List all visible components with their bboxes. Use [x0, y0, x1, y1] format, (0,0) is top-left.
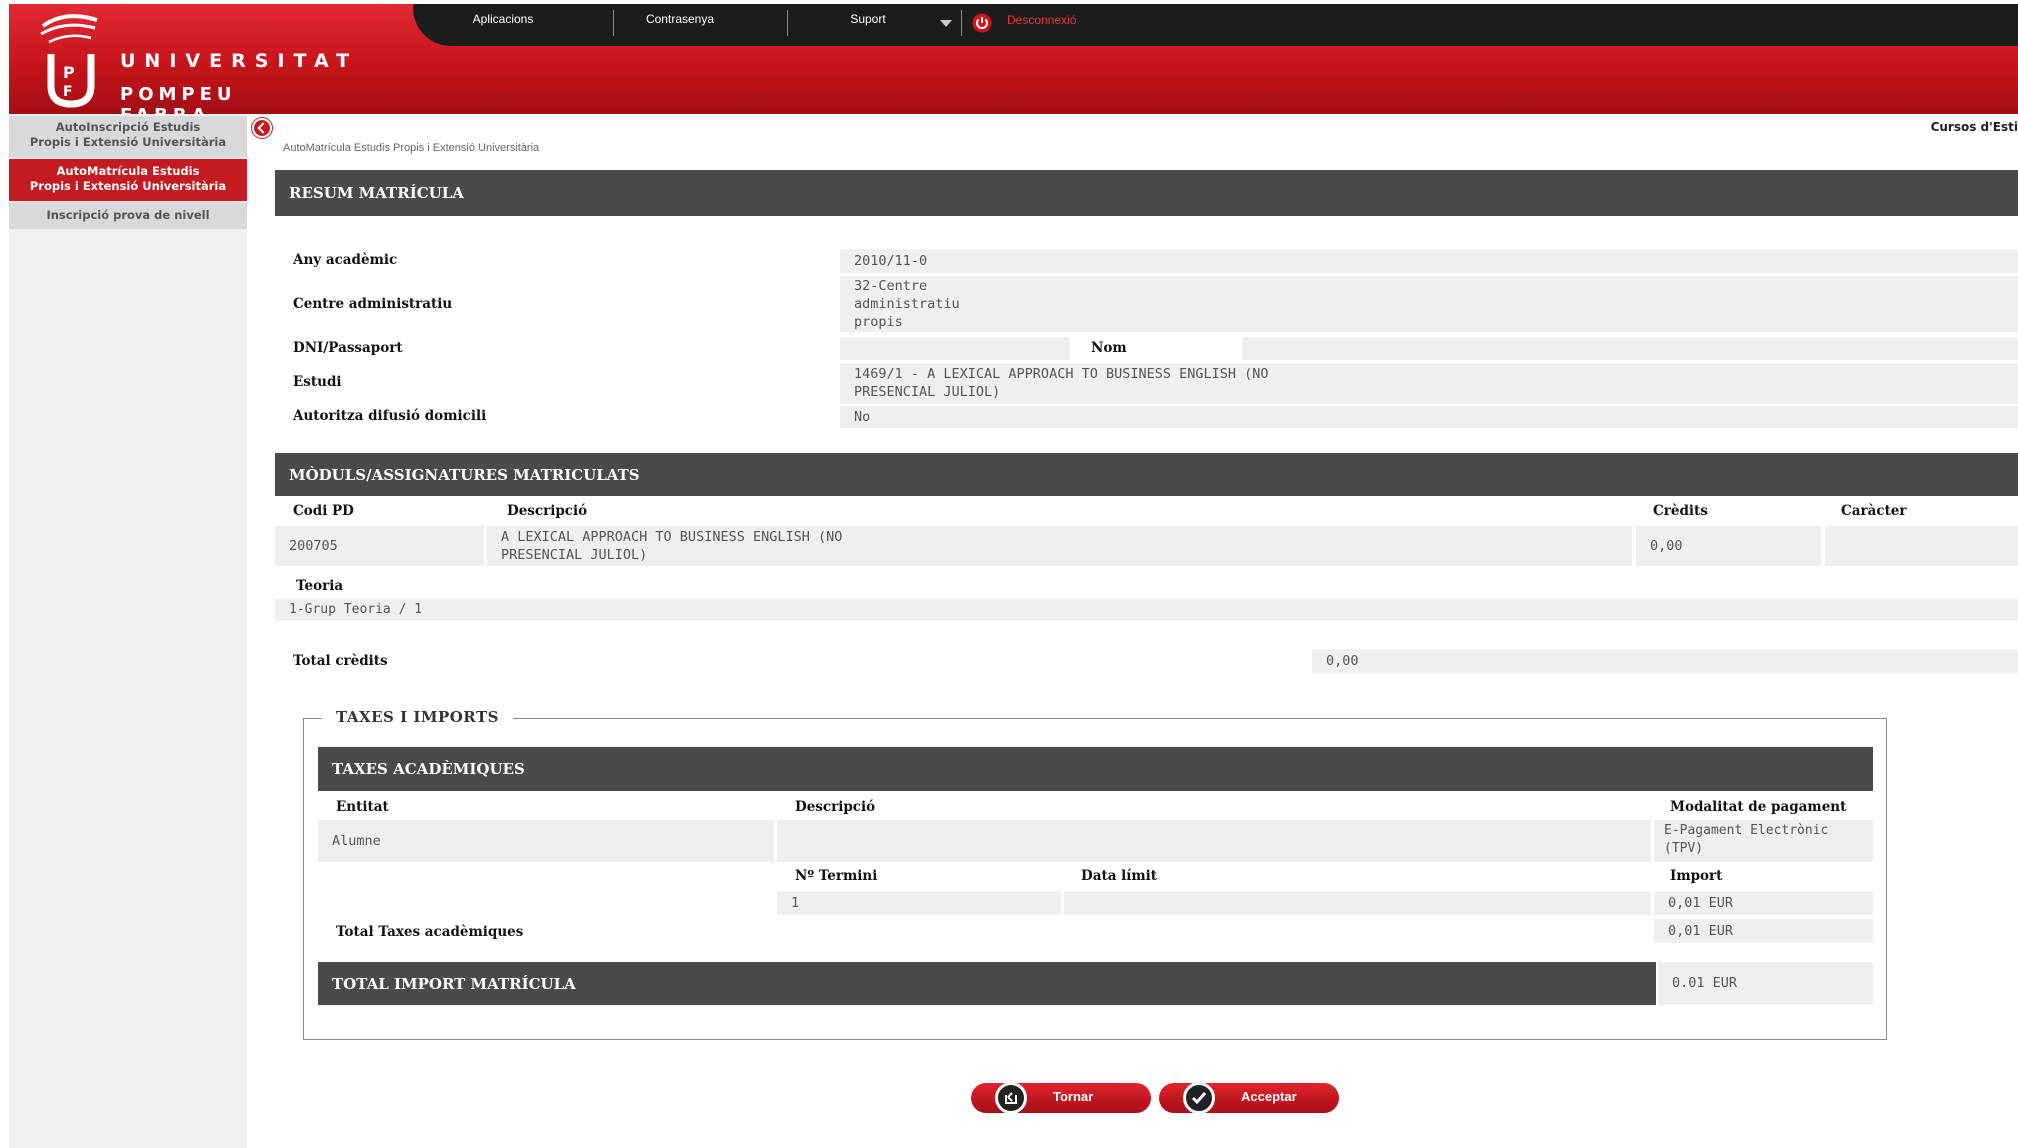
column-header-import: Import [1670, 868, 1723, 884]
value-line: (TPV) [1664, 841, 1704, 856]
column-header-descripcio: Descripció [507, 503, 588, 519]
nav-separator [961, 10, 962, 36]
column-header-data-limit: Data límit [1081, 868, 1158, 884]
sidebar-item-label: Propis i Extensió Universitària [29, 179, 227, 193]
accept-button[interactable]: Acceptar [1159, 1082, 1339, 1114]
sidebar-item-autoinscripcio[interactable]: AutoInscripció Estudis Propis i Extensió… [9, 116, 247, 158]
nav-aplicacions[interactable]: Aplicacions [465, 12, 541, 26]
total-taxes-label: Total Taxes acadèmiques [336, 924, 524, 940]
header: P F UNIVERSITAT POMPEU FABRA Aplicacions… [9, 4, 2018, 126]
sidebar: AutoInscripció Estudis Propis i Extensió… [9, 114, 247, 1148]
power-icon[interactable] [972, 13, 992, 33]
descripcio-value [777, 820, 1651, 862]
section-header-total-import: TOTAL IMPORT MATRÍCULA [318, 962, 1656, 1005]
value-line: administratiu [854, 296, 960, 312]
sidebar-item-label: AutoMatrícula Estudis [56, 164, 200, 178]
taxes-legend: TAXES I IMPORTS [322, 708, 514, 726]
section-title: MÒDULS/ASSIGNATURES MATRICULATS [289, 465, 640, 484]
collapse-sidebar-icon[interactable] [252, 118, 272, 138]
modalitat-value: E-Pagament Electrònic (TPV) [1654, 820, 1873, 862]
dni-passaport-value [840, 337, 1070, 360]
value-line: 32-Centre [854, 278, 928, 294]
svg-text:P: P [63, 63, 75, 82]
section-header-taxes: TAXES ACADÈMIQUES [318, 747, 1873, 791]
logout-link[interactable]: Desconnexió [1007, 13, 1076, 27]
nav-suport[interactable]: Suport [843, 12, 893, 26]
autoritza-difusio-value: No [840, 406, 2018, 428]
row-caracter [1825, 526, 2018, 566]
svg-text:F: F [63, 84, 73, 100]
import-value: 0,01 EUR [1654, 891, 1873, 915]
total-credits-value: 0,00 [1312, 649, 2018, 673]
row-descripcio: A LEXICAL APPROACH TO BUSINESS ENGLISH (… [487, 526, 1632, 566]
check-icon [1183, 1082, 1215, 1114]
value-line: 1469/1 - A LEXICAL APPROACH TO BUSINESS … [854, 366, 1269, 382]
value-line: propis [854, 314, 903, 330]
sidebar-item-automatricula[interactable]: AutoMatrícula Estudis Propis i Extensió … [9, 159, 247, 201]
column-header-modalitat: Modalitat de pagament [1670, 799, 1847, 815]
accept-button-label: Acceptar [1241, 1089, 1297, 1104]
sidebar-item-label: AutoInscripció Estudis [55, 120, 201, 134]
estudi-label: Estudi [293, 374, 342, 390]
section-title: RESUM MATRÍCULA [289, 184, 464, 202]
chevron-down-icon[interactable] [940, 20, 952, 27]
nav-contrasenya[interactable]: Contrasenya [638, 12, 722, 26]
total-credits-label: Total crèdits [293, 653, 388, 669]
back-button[interactable]: Tornar [971, 1082, 1151, 1114]
nom-value [1242, 337, 2018, 360]
column-header-entitat: Entitat [336, 799, 389, 815]
logo-university-text: UNIVERSITAT [120, 50, 359, 72]
estudi-value: 1469/1 - A LEXICAL APPROACH TO BUSINESS … [840, 363, 2018, 404]
courses-link[interactable]: Cursos d'Esti [1931, 120, 2018, 134]
upf-logo[interactable]: P F UNIVERSITAT POMPEU FABRA [35, 12, 349, 126]
termini-value: 1 [777, 891, 1061, 915]
row-codi: 200705 [275, 526, 484, 566]
value-line: A LEXICAL APPROACH TO BUSINESS ENGLISH (… [501, 529, 843, 545]
section-title: TAXES ACADÈMIQUES [332, 760, 525, 778]
column-header-caracter: Caràcter [1841, 503, 1907, 519]
top-navigation: Aplicacions Contrasenya Suport Desconnex… [413, 4, 2018, 46]
sidebar-item-label: Inscripció prova de nivell [46, 208, 210, 222]
sidebar-item-prova-nivell[interactable]: Inscripció prova de nivell [9, 202, 247, 229]
sidebar-item-label: Propis i Extensió Universitària [29, 135, 227, 149]
upf-shield-icon: P F [40, 14, 98, 108]
any-academic-value: 2010/11-0 [840, 249, 2018, 273]
autoritza-difusio-label: Autoritza difusió domicili [293, 408, 487, 424]
section-title: TOTAL IMPORT MATRÍCULA [332, 974, 576, 993]
column-header-credits: Crèdits [1653, 503, 1708, 519]
column-header-codi: Codi PD [293, 503, 354, 519]
data-limit-value [1064, 891, 1651, 915]
nav-separator [787, 10, 788, 36]
row-credits: 0,00 [1636, 526, 1821, 566]
section-header-resum: RESUM MATRÍCULA [275, 170, 2018, 216]
teoria-value: 1-Grup Teoria / 1 [275, 599, 2018, 621]
column-header-termini: Nº Termini [795, 868, 878, 884]
column-header-descripcio: Descripció [795, 799, 876, 815]
any-academic-label: Any acadèmic [293, 252, 398, 268]
nav-separator [613, 10, 614, 36]
value-line: E-Pagament Electrònic [1664, 823, 1829, 838]
entitat-value: Alumne [318, 820, 774, 862]
dni-passaport-label: DNI/Passaport [293, 340, 403, 356]
breadcrumb: AutoMatrícula Estudis Propis i Extensió … [283, 142, 540, 154]
back-arrow-icon [995, 1082, 1027, 1114]
centre-administratiu-value: 32-Centre administratiu propis [840, 276, 2018, 332]
total-taxes-value: 0,01 EUR [1654, 919, 1873, 943]
value-line: PRESENCIAL JULIOL) [501, 547, 648, 563]
centre-administratiu-label: Centre administratiu [293, 296, 453, 312]
value-line: PRESENCIAL JULIOL) [854, 384, 1001, 400]
teoria-label: Teoria [296, 578, 344, 594]
nom-label: Nom [1091, 340, 1127, 356]
section-header-moduls: MÒDULS/ASSIGNATURES MATRICULATS [275, 453, 2018, 496]
back-button-label: Tornar [1053, 1089, 1094, 1104]
total-import-value: 0.01 EUR [1658, 962, 1873, 1005]
